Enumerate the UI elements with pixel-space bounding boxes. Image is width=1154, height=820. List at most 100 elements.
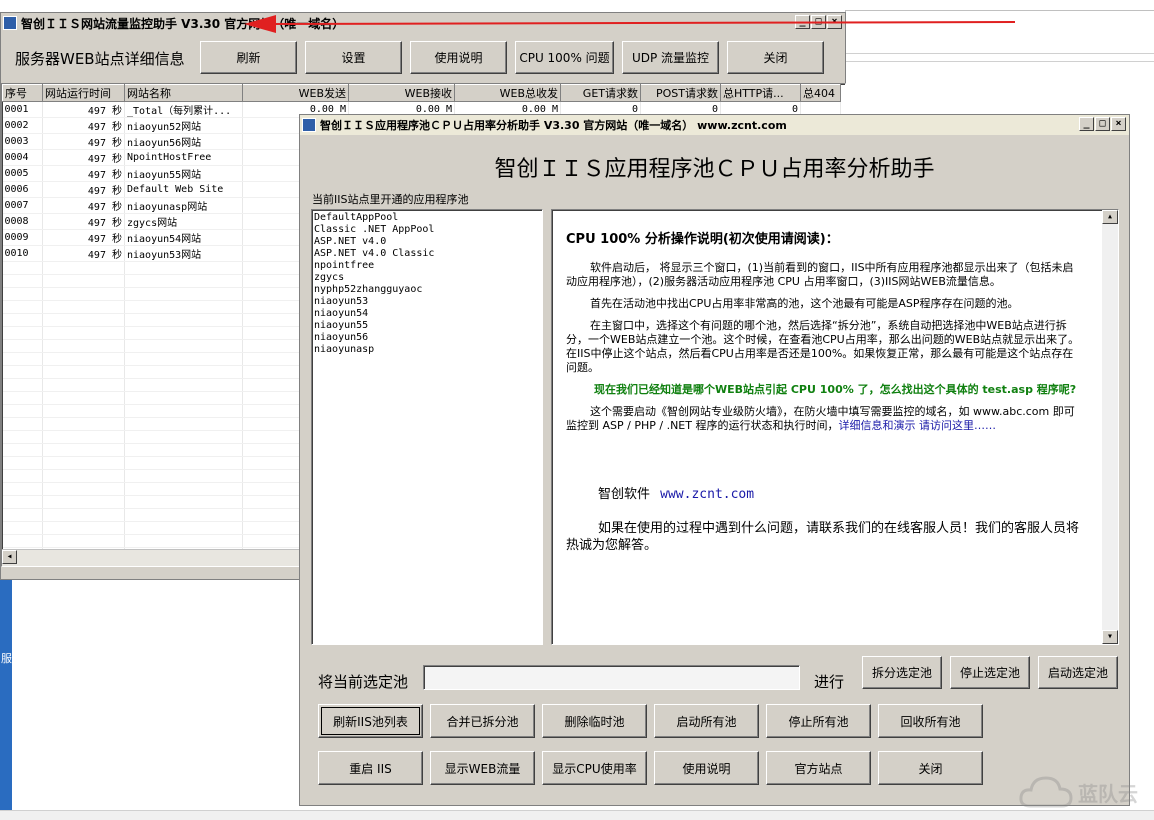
left-taskbar-strip: 服 bbox=[0, 580, 12, 819]
watermark-text: 蓝队云 bbox=[1078, 781, 1138, 806]
selected-pool-label: 将当前选定池 bbox=[318, 673, 409, 691]
col-header-http-total[interactable]: 总HTTP请... bbox=[720, 84, 801, 102]
help-paragraph-3: 在主窗口中，选择这个有问题的哪个池，然后选择“拆分池”，系统自动把选择池中WEB… bbox=[566, 319, 1080, 374]
col-header-site-name[interactable]: 网站名称 bbox=[124, 84, 243, 102]
maximize-icon[interactable]: □ bbox=[1095, 117, 1110, 131]
pool-list-item[interactable]: niaoyun56 bbox=[314, 332, 540, 344]
col-header-runtime[interactable]: 网站运行时间 bbox=[42, 84, 125, 102]
help-paragraph-2: 首先在活动池中找出CPU占用率非常高的池，这个池最有可能是ASP程序存在问题的池… bbox=[590, 297, 1019, 310]
udp-monitor-button[interactable]: UDP 流量监控 bbox=[622, 41, 719, 74]
refresh-pool-list-button[interactable]: 刷新IIS池列表 bbox=[318, 704, 423, 738]
col-header-404[interactable]: 总404 bbox=[800, 84, 841, 102]
col-header-web-recv[interactable]: WEB接收 bbox=[348, 84, 455, 102]
delete-temp-pools-button[interactable]: 删除临时池 bbox=[542, 704, 647, 738]
table-cell: 497 秒 bbox=[42, 101, 125, 118]
col-header-post[interactable]: POST请求数 bbox=[640, 84, 721, 102]
main-hscrollbar[interactable]: ◂ bbox=[2, 549, 302, 566]
pool-list-item[interactable]: niaoyun53 bbox=[314, 296, 540, 308]
settings-button[interactable]: 设置 bbox=[305, 41, 402, 74]
stop-pool-button[interactable]: 停止选定池 bbox=[950, 656, 1030, 689]
pool-list-item[interactable]: ASP.NET v4.0 Classic bbox=[314, 248, 540, 260]
table-cell: 497 秒 bbox=[42, 133, 125, 150]
table-cell: niaoyun55网站 bbox=[124, 165, 243, 182]
show-web-traffic-button[interactable]: 显示WEB流量 bbox=[430, 751, 535, 785]
merge-split-pools-button[interactable]: 合并已拆分池 bbox=[430, 704, 535, 738]
pool-list-label: 当前IIS站点里开通的应用程序池 bbox=[312, 193, 469, 206]
cpu-window-title: 智创ＩＩＳ应用程序池ＣＰＵ占用率分析助手 V3.30 官方网站（唯一域名） ww… bbox=[320, 119, 787, 132]
cpu-window-titlebar[interactable]: 智创ＩＩＳ应用程序池ＣＰＵ占用率分析助手 V3.30 官方网站（唯一域名） ww… bbox=[300, 115, 1129, 135]
pool-list-item[interactable]: zgycs bbox=[314, 272, 540, 284]
help-paragraph-1: 软件启动后， 将显示三个窗口，(1)当前看到的窗口，IIS中所有应用程序池都显示… bbox=[566, 261, 1074, 288]
cpu-analysis-window: 智创ＩＩＳ应用程序池ＣＰＵ占用率分析助手 V3.30 官方网站（唯一域名） ww… bbox=[299, 114, 1130, 806]
table-cell: 0001 bbox=[2, 101, 43, 118]
pool-list-item[interactable]: npointfree bbox=[314, 260, 540, 272]
company-url-link[interactable]: www.zcnt.com bbox=[660, 487, 754, 502]
table-cell: 0010 bbox=[2, 245, 43, 262]
table-cell: niaoyun53网站 bbox=[124, 245, 243, 262]
help-panel: CPU 100% 分析操作说明(初次使用请阅读)： 软件启动后， 将显示三个窗口… bbox=[551, 209, 1119, 645]
pool-list-item[interactable]: DefaultAppPool bbox=[314, 212, 540, 224]
restart-iis-button[interactable]: 重启 IIS bbox=[318, 751, 423, 785]
table-cell: 0004 bbox=[2, 149, 43, 166]
cpu-heading: 智创ＩＩＳ应用程序池ＣＰＵ占用率分析助手 bbox=[494, 157, 935, 182]
cpu-close-button[interactable]: 关闭 bbox=[878, 751, 983, 785]
left-strip-label: 服 bbox=[1, 652, 12, 665]
table-cell: 0002 bbox=[2, 117, 43, 134]
minimize-icon[interactable]: _ bbox=[1079, 117, 1094, 131]
table-cell: niaoyunasp网站 bbox=[124, 197, 243, 214]
pool-list-item[interactable]: Classic .NET AppPool bbox=[314, 224, 540, 236]
table-cell: 497 秒 bbox=[42, 165, 125, 182]
site-table-header: 序号 网站运行时间 网站名称 WEB发送 WEB接收 WEB总收发 GET请求数… bbox=[2, 84, 841, 102]
table-cell: niaoyun56网站 bbox=[124, 133, 243, 150]
app-icon bbox=[3, 16, 17, 30]
official-site-button[interactable]: 官方站点 bbox=[766, 751, 871, 785]
help-vscrollbar[interactable]: ▴ ▾ bbox=[1102, 210, 1118, 644]
table-cell: zgycs网站 bbox=[124, 213, 243, 230]
table-cell: 497 秒 bbox=[42, 117, 125, 134]
stop-all-pools-button[interactable]: 停止所有池 bbox=[766, 704, 871, 738]
selected-pool-field[interactable] bbox=[423, 665, 800, 690]
table-cell: 497 秒 bbox=[42, 149, 125, 166]
table-cell: 497 秒 bbox=[42, 213, 125, 230]
help-paragraph-5: 这个需要启动《智创网站专业级防火墙》，在防火墙中填写需要监控的域名，如 www.… bbox=[566, 405, 1082, 433]
pool-list-item[interactable]: niaoyun55 bbox=[314, 320, 540, 332]
pool-list-item[interactable]: nyphp52zhangguyaoc bbox=[314, 284, 540, 296]
pool-list-item[interactable]: niaoyun54 bbox=[314, 308, 540, 320]
scroll-up-icon[interactable]: ▴ bbox=[1102, 210, 1118, 224]
help-button[interactable]: 使用说明 bbox=[410, 41, 507, 74]
table-cell: 497 秒 bbox=[42, 245, 125, 262]
table-cell: 0006 bbox=[2, 181, 43, 198]
cloud-logo-icon bbox=[1019, 776, 1073, 808]
close-icon[interactable]: × bbox=[1111, 117, 1126, 131]
help-paragraph-5-text: 这个需要启动《智创网站专业级防火墙》，在防火墙中填写需要监控的域名，如 www.… bbox=[566, 405, 1075, 432]
help-details-link[interactable]: 详细信息和演示 请访问这里…… bbox=[838, 419, 996, 432]
refresh-button[interactable]: 刷新 bbox=[200, 41, 297, 74]
pool-list-item[interactable]: ASP.NET v4.0 bbox=[314, 236, 540, 248]
table-cell: NpointHostFree bbox=[124, 149, 243, 166]
table-cell: niaoyun52网站 bbox=[124, 117, 243, 134]
pool-list[interactable]: DefaultAppPool Classic .NET AppPool ASP.NE… bbox=[311, 209, 543, 645]
scroll-left-icon[interactable]: ◂ bbox=[2, 550, 17, 564]
table-cell: _Total（每列累计... bbox=[124, 101, 243, 118]
table-cell: 497 秒 bbox=[42, 229, 125, 246]
company-name: 智创软件 bbox=[598, 487, 651, 502]
company-line: 智创软件 www.zcnt.com bbox=[566, 483, 1082, 502]
scroll-down-icon[interactable]: ▾ bbox=[1102, 630, 1118, 644]
cpu-problem-button[interactable]: CPU 100% 问题 bbox=[515, 41, 614, 74]
col-header-index[interactable]: 序号 bbox=[2, 84, 43, 102]
start-pool-button[interactable]: 启动选定池 bbox=[1038, 656, 1118, 689]
red-arrow-annotation bbox=[244, 15, 1016, 33]
start-all-pools-button[interactable]: 启动所有池 bbox=[654, 704, 759, 738]
pool-list-item[interactable]: niaoyunasp bbox=[314, 344, 540, 356]
cpu-help-button[interactable]: 使用说明 bbox=[654, 751, 759, 785]
table-cell: niaoyun54网站 bbox=[124, 229, 243, 246]
table-cell: 0009 bbox=[2, 229, 43, 246]
col-header-web-send[interactable]: WEB发送 bbox=[242, 84, 349, 102]
col-header-get[interactable]: GET请求数 bbox=[560, 84, 641, 102]
table-cell: 0003 bbox=[2, 133, 43, 150]
split-pool-button[interactable]: 拆分选定池 bbox=[862, 656, 942, 689]
col-header-web-total[interactable]: WEB总收发 bbox=[454, 84, 561, 102]
show-cpu-usage-button[interactable]: 显示CPU使用率 bbox=[542, 751, 647, 785]
close-button[interactable]: 关闭 bbox=[727, 41, 824, 74]
recycle-all-pools-button[interactable]: 回收所有池 bbox=[878, 704, 983, 738]
